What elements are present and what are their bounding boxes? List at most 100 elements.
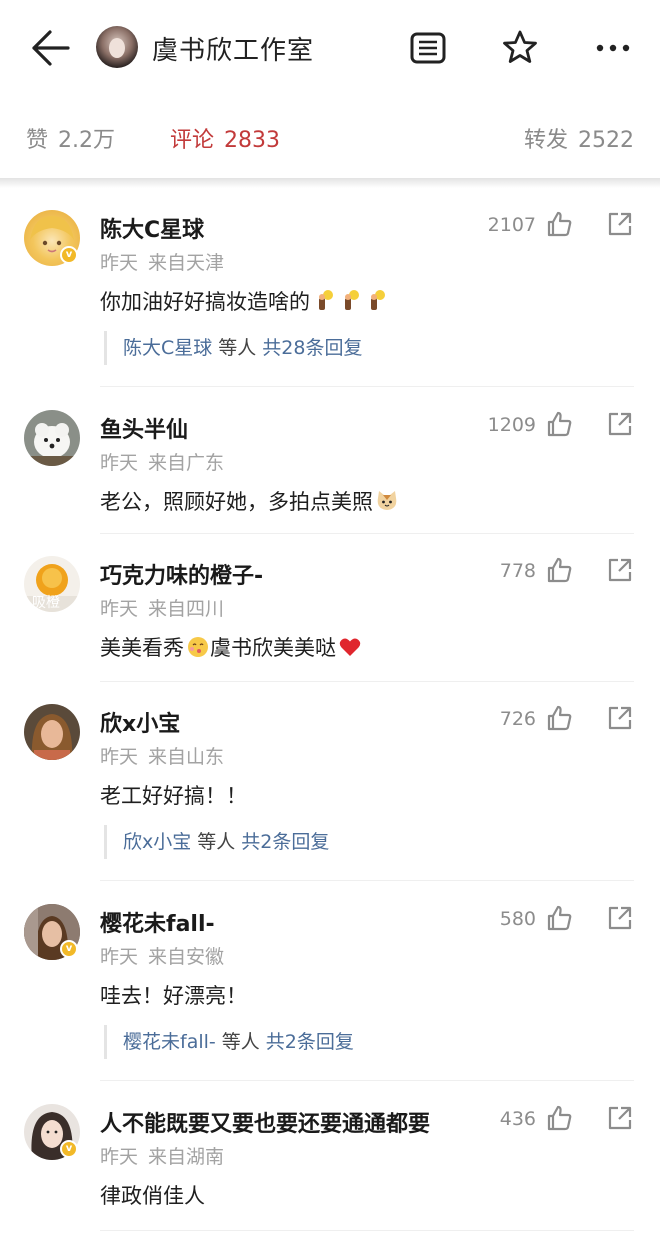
reply-count: 共28条回复 xyxy=(262,337,363,359)
reply-username: 陈大C星球 xyxy=(123,337,213,359)
comment-text-content: 你加油好好搞妆造啥的 xyxy=(100,290,310,314)
comment-text-part: 美美看秀 xyxy=(100,636,184,660)
heart-emoji-icon xyxy=(339,638,361,656)
reply-count: 共2条回复 xyxy=(241,831,330,853)
reply-summary[interactable]: 陈大C星球 等人 共28条回复 xyxy=(104,331,362,365)
comment-time: 昨天 xyxy=(100,746,139,768)
comments-value: 2833 xyxy=(224,128,281,153)
tab-likes[interactable]: 赞 2.2万 xyxy=(26,122,115,154)
like-count: 436 xyxy=(499,1108,536,1130)
share-icon[interactable] xyxy=(606,704,634,732)
comment-item: v 陈大C星球 昨天 来自天津 你加油好好搞妆造啥的 2107 陈大C星球 等人 共2… xyxy=(0,188,660,388)
reply-others-label: 等人 xyxy=(197,831,236,853)
comment-meta: 昨天 来自天津 xyxy=(100,248,224,275)
thumbs-up-icon[interactable] xyxy=(545,904,573,932)
comment-text: 你加油好好搞妆造啥的 xyxy=(100,286,388,316)
share-icon[interactable] xyxy=(606,904,634,932)
thumbs-up-icon[interactable] xyxy=(545,410,573,438)
tab-reposts[interactable]: 转发 2522 xyxy=(524,122,634,154)
thumbs-up-icon[interactable] xyxy=(545,210,573,238)
comment-item: v 人不能既要又要也要还要通通都要 昨天 来自湖南 律政俏佳人 436 xyxy=(0,1082,660,1232)
cheer-emoji-icon xyxy=(345,290,359,310)
cheer-emoji-icon xyxy=(319,290,333,310)
comment-meta: 昨天 来自广东 xyxy=(100,448,224,475)
share-icon[interactable] xyxy=(606,410,634,438)
comment-time: 昨天 xyxy=(100,946,139,968)
cat-emoji-icon xyxy=(377,491,397,510)
star-icon[interactable] xyxy=(500,26,540,70)
comment-location: 来自湖南 xyxy=(148,1146,225,1168)
comment-item: 欣x小宝 昨天 来自山东 老工好好搞！！ 726 欣x小宝 等人 共2条回复 xyxy=(0,682,660,882)
avatar[interactable] xyxy=(24,410,80,466)
comment-time: 昨天 xyxy=(100,598,139,620)
comment-meta: 昨天 来自湖南 xyxy=(100,1142,224,1169)
comment-username[interactable]: 欣x小宝 xyxy=(100,706,180,738)
divider xyxy=(100,880,634,881)
comment-location: 来自安徽 xyxy=(148,946,225,968)
reposts-value: 2522 xyxy=(578,128,634,153)
reply-summary[interactable]: 樱花未fall- 等人 共2条回复 xyxy=(104,1025,354,1059)
avatar-caption: 吸橙 xyxy=(32,595,60,611)
comment-text: 老公，照顾好她，多拍点美照 xyxy=(100,486,399,516)
comment-time: 昨天 xyxy=(100,1146,139,1168)
account-avatar[interactable] xyxy=(96,26,138,68)
like-count: 1209 xyxy=(487,414,536,436)
divider xyxy=(100,1080,634,1081)
reply-summary[interactable]: 欣x小宝 等人 共2条回复 xyxy=(104,825,329,859)
stats-divider xyxy=(0,178,660,188)
reposts-label: 转发 xyxy=(523,128,568,153)
comment-text-part: 虞书欣美美哒 xyxy=(210,636,336,660)
comment-location: 来自四川 xyxy=(148,598,225,620)
comment-username[interactable]: 樱花未fall- xyxy=(100,906,215,938)
reply-count: 共2条回复 xyxy=(265,1031,354,1053)
reply-others-label: 等人 xyxy=(221,1031,260,1053)
tab-comments[interactable]: 评论 2833 xyxy=(170,122,280,154)
like-count: 2107 xyxy=(487,214,536,236)
top-bar: 虞书欣工作室 xyxy=(0,0,660,98)
reply-username: 樱花未fall- xyxy=(123,1031,216,1053)
comment-location: 来自广东 xyxy=(148,452,225,474)
comment-item: v 樱花未fall- 昨天 来自安徽 哇去！好漂亮！ 580 樱花未fall- 等人… xyxy=(0,882,660,1082)
thumbs-up-icon[interactable] xyxy=(545,1104,573,1132)
comment-username[interactable]: 人不能既要又要也要还要通通都要 xyxy=(100,1106,430,1138)
like-count: 778 xyxy=(499,560,536,582)
back-arrow-icon[interactable] xyxy=(28,28,72,68)
comments-label: 评论 xyxy=(170,128,215,153)
cheer-emoji-icon xyxy=(371,290,385,310)
comment-username[interactable]: 陈大C星球 xyxy=(100,212,204,244)
likes-value: 2.2万 xyxy=(58,128,116,153)
comment-username[interactable]: 鱼头半仙 xyxy=(100,412,188,444)
avatar[interactable] xyxy=(24,704,80,760)
comment-meta: 昨天 来自山东 xyxy=(100,742,224,769)
avatar[interactable]: 吸橙 xyxy=(24,556,80,612)
likes-label: 赞 xyxy=(26,128,49,153)
comment-username[interactable]: 巧克力味的橙子- xyxy=(100,558,263,590)
verified-badge-icon: v xyxy=(60,1140,78,1158)
comment-time: 昨天 xyxy=(100,252,139,274)
share-icon[interactable] xyxy=(606,1104,634,1132)
comment-item: 鱼头半仙 昨天 来自广东 老公，照顾好她，多拍点美照 1209 xyxy=(0,388,660,534)
comment-location: 来自山东 xyxy=(148,746,225,768)
like-count: 726 xyxy=(499,708,536,730)
more-dots-icon[interactable] xyxy=(594,26,634,70)
comment-meta: 昨天 来自安徽 xyxy=(100,942,224,969)
divider xyxy=(100,1230,634,1231)
divider xyxy=(100,386,634,387)
comment-list: v 陈大C星球 昨天 来自天津 你加油好好搞妆造啥的 2107 陈大C星球 等人 共2… xyxy=(0,188,660,1232)
verified-badge-icon: v xyxy=(60,940,78,958)
thumbs-up-icon[interactable] xyxy=(545,704,573,732)
comment-meta: 昨天 来自四川 xyxy=(100,594,224,621)
like-count: 580 xyxy=(499,908,536,930)
reply-others-label: 等人 xyxy=(218,337,257,359)
share-icon[interactable] xyxy=(606,556,634,584)
comment-text: 老工好好搞！！ xyxy=(100,784,247,808)
comment-time: 昨天 xyxy=(100,452,139,474)
comment-text: 美美看秀 虞书欣美美哒 xyxy=(100,632,362,662)
thumbs-up-icon[interactable] xyxy=(545,556,573,584)
reader-mode-icon[interactable] xyxy=(408,26,448,70)
page-title: 虞书欣工作室 xyxy=(152,36,315,66)
comment-location: 来自天津 xyxy=(148,252,225,274)
stats-bar: 赞 2.2万 评论 2833 转发 2522 xyxy=(0,98,660,178)
share-icon[interactable] xyxy=(606,210,634,238)
kiss-emoji-icon xyxy=(188,637,208,657)
